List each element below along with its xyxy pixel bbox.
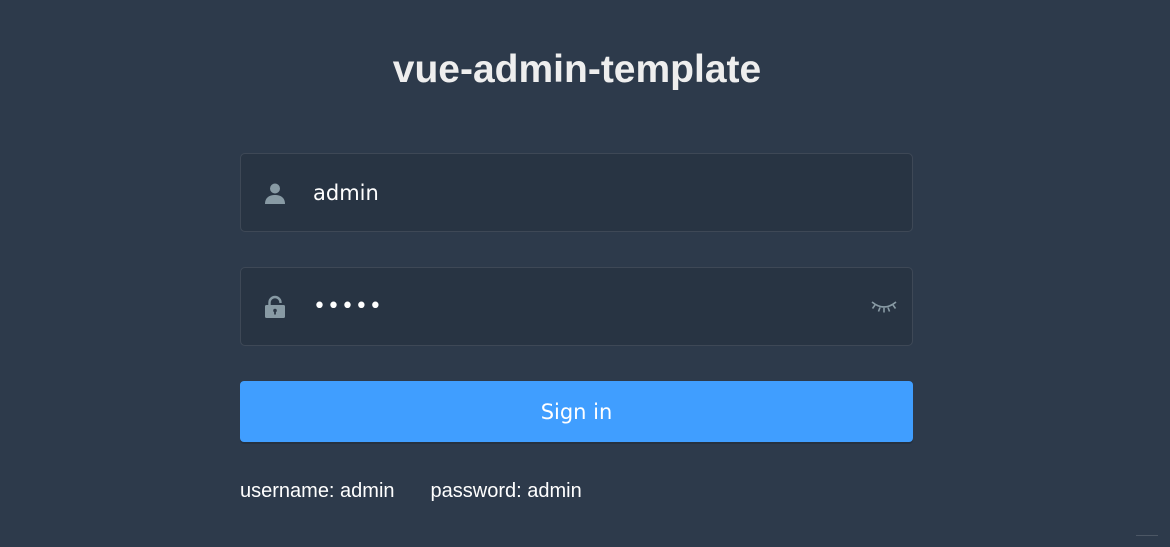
- password-tip: password: admin: [430, 480, 582, 502]
- password-field[interactable]: [240, 267, 913, 346]
- password-input[interactable]: [313, 268, 873, 345]
- username-input[interactable]: [313, 154, 873, 231]
- page-title: vue-admin-template: [392, 48, 762, 91]
- eye-closed-icon[interactable]: [870, 296, 898, 316]
- username-field[interactable]: [240, 153, 913, 232]
- sign-in-button[interactable]: Sign in: [240, 381, 913, 442]
- corner-divider: [1136, 535, 1158, 536]
- lock-icon: [263, 295, 287, 319]
- login-tips: username: admin password: admin: [240, 479, 582, 503]
- user-icon: [263, 181, 287, 205]
- login-page: vue-admin-template admin Sign in usernam…: [0, 0, 1170, 547]
- username-tip: username: admin: [240, 480, 395, 502]
